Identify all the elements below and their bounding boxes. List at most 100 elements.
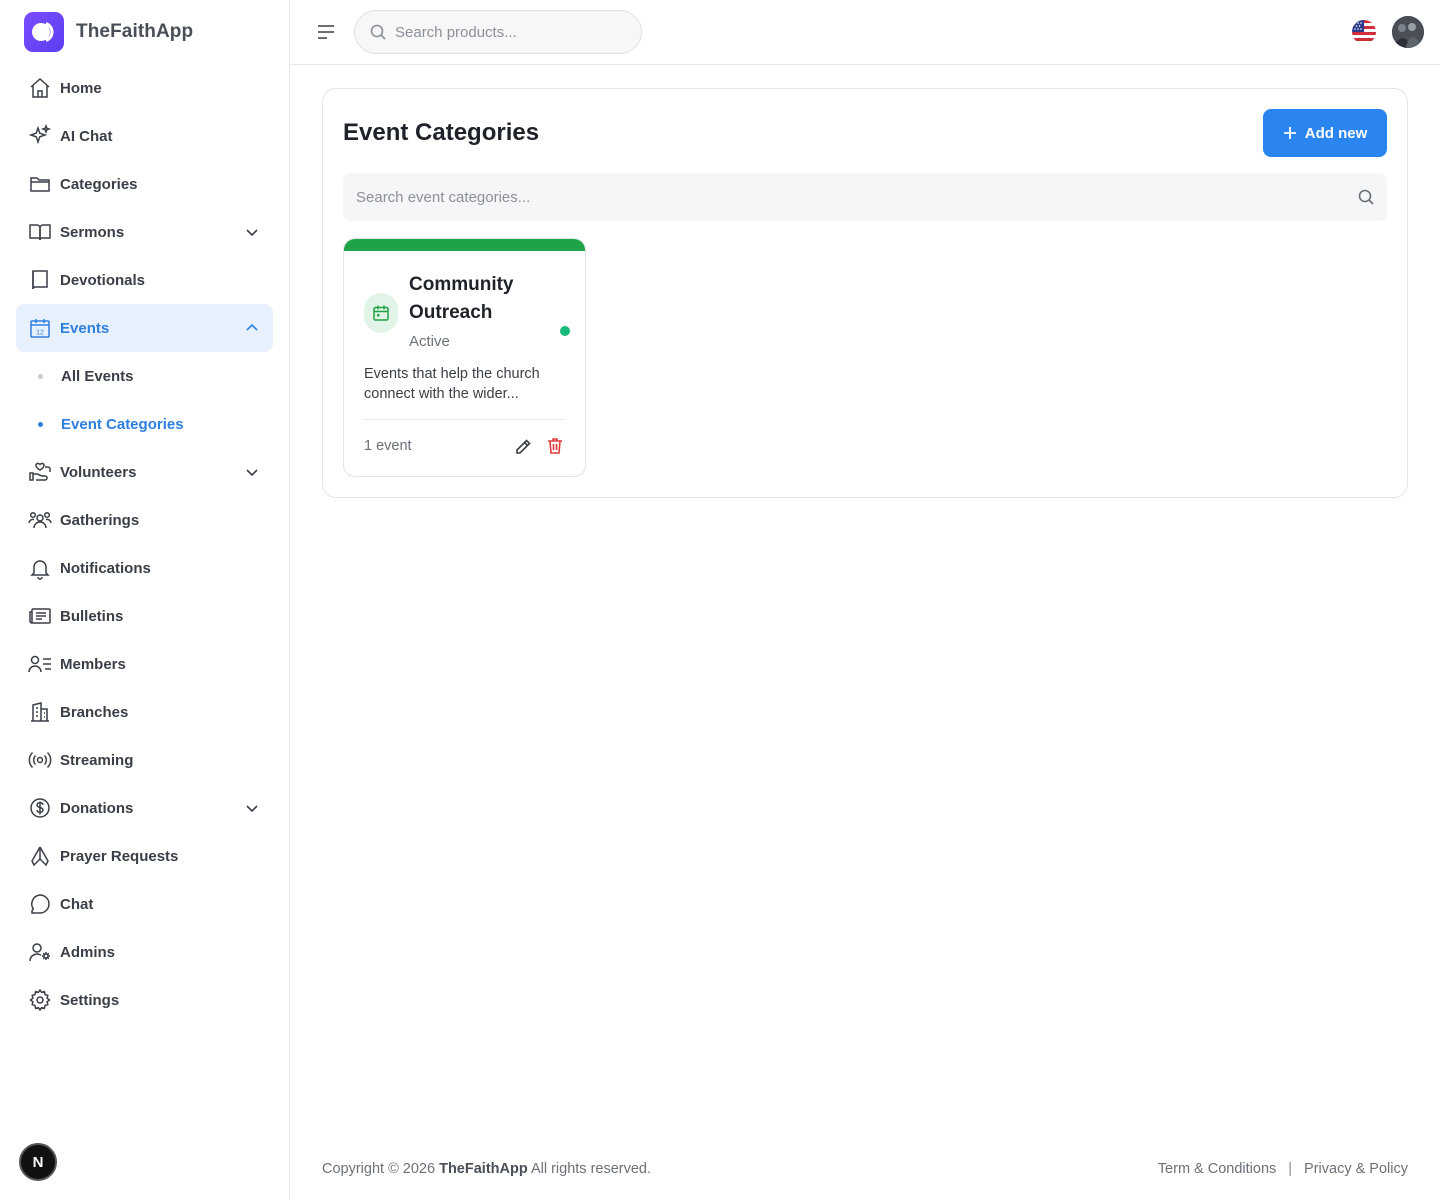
brand-name: TheFaithApp xyxy=(76,21,194,42)
copyright: Copyright © 2026 TheFaithApp All rights … xyxy=(322,1161,651,1177)
praying-hands-icon xyxy=(28,844,52,868)
add-new-button[interactable]: Add new xyxy=(1263,109,1387,157)
chevron-up-icon xyxy=(245,321,259,335)
sidebar-item-chat[interactable]: Chat xyxy=(16,880,273,928)
category-description: Events that help the church connect with… xyxy=(364,366,540,402)
user-list-icon xyxy=(28,652,52,676)
top-header xyxy=(290,0,1440,65)
delete-trash-icon[interactable] xyxy=(545,436,565,456)
category-card[interactable]: Community Outreach Active Events that he… xyxy=(343,238,586,477)
gear-icon xyxy=(28,988,52,1012)
product-search-input[interactable] xyxy=(395,23,615,41)
dollar-circle-icon xyxy=(28,796,52,820)
calendar-icon xyxy=(364,293,398,333)
sidebar-subitem-label: All Events xyxy=(61,367,134,385)
users-group-icon xyxy=(28,508,52,532)
home-icon xyxy=(28,76,52,100)
category-search-input[interactable] xyxy=(356,188,1336,206)
sidebar-item-notifications[interactable]: Notifications xyxy=(16,544,273,592)
sidebar-item-admins[interactable]: Admins xyxy=(16,928,273,976)
card-divider xyxy=(364,419,565,420)
bell-icon xyxy=(28,556,52,580)
copyright-prefix: Copyright © 2026 xyxy=(322,1161,436,1177)
sidebar-item-settings[interactable]: Settings xyxy=(16,976,273,1024)
event-categories-panel: Event Categories Add new Community Outre… xyxy=(322,88,1408,498)
category-search[interactable] xyxy=(343,173,1387,221)
calendar-icon: 12 xyxy=(28,316,52,340)
category-color-bar xyxy=(344,239,585,251)
sidebar-item-categories[interactable]: Categories xyxy=(16,160,273,208)
broadcast-icon xyxy=(28,748,52,772)
sidebar-item-label: Events xyxy=(60,319,110,337)
svg-text:12: 12 xyxy=(36,330,44,337)
sidebar-item-events[interactable]: 12 Events xyxy=(16,304,273,352)
page-title: Event Categories xyxy=(343,119,540,146)
brand-logo-icon xyxy=(24,12,64,52)
sidebar-item-label: Gatherings xyxy=(60,511,140,529)
chevron-down-icon xyxy=(245,465,259,479)
building-icon xyxy=(28,700,52,724)
us-flag-icon[interactable] xyxy=(1352,20,1376,44)
user-cog-icon xyxy=(28,940,52,964)
chevron-down-icon xyxy=(245,801,259,815)
sidebar-item-gatherings[interactable]: Gatherings xyxy=(16,496,273,544)
sidebar-item-label: Settings xyxy=(60,991,120,1009)
sidebar-item-label: Sermons xyxy=(60,223,125,241)
sidebar-item-streaming[interactable]: Streaming xyxy=(16,736,273,784)
sidebar-item-ai-chat[interactable]: AI Chat xyxy=(16,112,273,160)
sidebar-item-prayer-requests[interactable]: Prayer Requests xyxy=(16,832,273,880)
brand[interactable]: TheFaithApp xyxy=(24,12,193,52)
menu-toggle-icon[interactable] xyxy=(314,20,338,44)
status-indicator-dot xyxy=(560,326,570,336)
sidebar-item-label: Branches xyxy=(60,703,129,721)
folder-icon xyxy=(28,172,52,196)
bullet-dot xyxy=(38,373,43,379)
sidebar-item-label: Streaming xyxy=(60,751,134,769)
sidebar-item-label: Admins xyxy=(60,943,116,961)
sidebar-item-label: Home xyxy=(60,79,102,97)
sidebar-subitem-all-events[interactable]: All Events xyxy=(16,352,273,400)
sidebar-nav: Home AI Chat Categories Sermons Devotion… xyxy=(16,64,273,1024)
sidebar-item-devotionals[interactable]: Devotionals xyxy=(16,256,273,304)
footer-links: Term & Conditions | Privacy & Policy xyxy=(1158,1161,1408,1177)
plus-icon xyxy=(1283,126,1297,140)
sidebar-item-label: Notifications xyxy=(60,559,151,577)
sidebar-item-sermons[interactable]: Sermons xyxy=(16,208,273,256)
sidebar: TheFaithApp Home AI Chat Categories Serm… xyxy=(0,0,290,1200)
category-name: Community Outreach xyxy=(409,274,514,323)
sparkles-icon xyxy=(28,124,52,148)
sidebar-item-label: Volunteers xyxy=(60,463,137,481)
sidebar-item-branches[interactable]: Branches xyxy=(16,688,273,736)
sidebar-item-home[interactable]: Home xyxy=(16,64,273,112)
category-event-count: 1 event xyxy=(364,438,412,454)
sidebar-item-label: Bulletins xyxy=(60,607,124,625)
book-open-icon xyxy=(28,220,52,244)
sidebar-item-label: Devotionals xyxy=(60,271,146,289)
sidebar-item-volunteers[interactable]: Volunteers xyxy=(16,448,273,496)
sidebar-item-label: AI Chat xyxy=(60,127,113,145)
copyright-suffix: All rights reserved. xyxy=(530,1161,652,1177)
search-icon[interactable] xyxy=(1357,188,1375,206)
hand-heart-icon xyxy=(28,460,52,484)
privacy-link[interactable]: Privacy & Policy xyxy=(1304,1161,1408,1177)
footer-separator: | xyxy=(1288,1161,1293,1177)
chat-bubble-icon xyxy=(28,892,52,916)
dev-tools-badge[interactable]: N xyxy=(19,1143,57,1181)
category-status: Active xyxy=(409,333,450,350)
sidebar-item-label: Donations xyxy=(60,799,134,817)
edit-pencil-icon[interactable] xyxy=(513,437,533,457)
sidebar-item-bulletins[interactable]: Bulletins xyxy=(16,592,273,640)
sidebar-item-donations[interactable]: Donations xyxy=(16,784,273,832)
search-icon xyxy=(369,23,387,41)
add-new-label: Add new xyxy=(1304,124,1368,142)
sidebar-subitem-event-categories[interactable]: Event Categories xyxy=(16,400,273,448)
newspaper-icon xyxy=(28,604,52,628)
copyright-brand: TheFaithApp xyxy=(439,1161,528,1177)
user-avatar[interactable] xyxy=(1392,16,1424,48)
sidebar-item-label: Members xyxy=(60,655,126,673)
sidebar-item-label: Prayer Requests xyxy=(60,847,179,865)
sidebar-item-members[interactable]: Members xyxy=(16,640,273,688)
product-search[interactable] xyxy=(354,10,642,54)
terms-link[interactable]: Term & Conditions xyxy=(1158,1161,1276,1177)
sidebar-item-label: Categories xyxy=(60,175,138,193)
